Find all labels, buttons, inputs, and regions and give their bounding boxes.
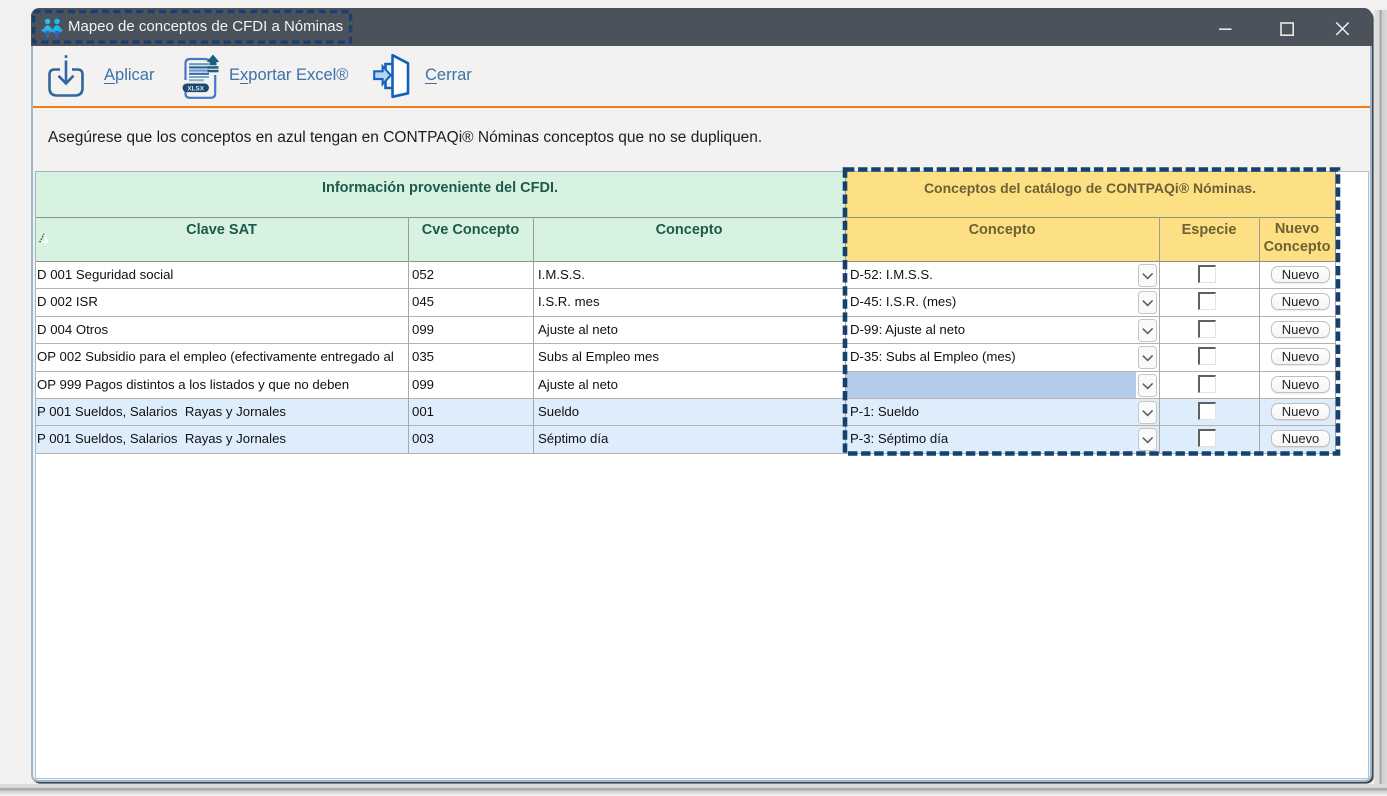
svg-text:XLSX: XLSX: [187, 85, 204, 92]
